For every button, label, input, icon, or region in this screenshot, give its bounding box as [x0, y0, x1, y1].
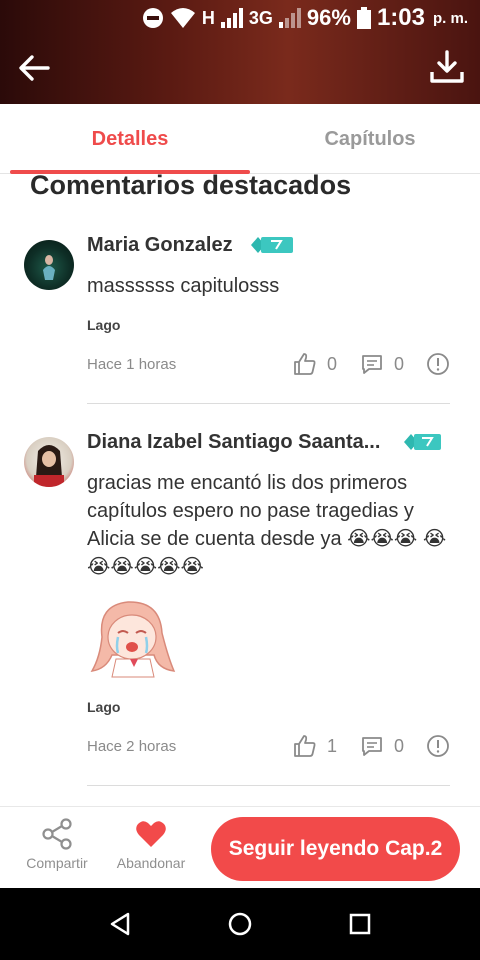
comment-text: massssss capitulosss: [87, 275, 280, 297]
do-not-disturb-icon: [142, 8, 163, 28]
tab-bar: Detalles Capítulos: [0, 104, 480, 174]
comment-author[interactable]: Maria Gonzalez: [87, 234, 233, 257]
arrow-left-icon[interactable]: [16, 50, 52, 86]
comment-text: gracias me encantó lis dos primeros capí…: [87, 472, 447, 578]
clock-ampm: p. m.: [432, 9, 468, 27]
like-count: 0: [327, 353, 338, 374]
comment-chapter: Lago: [87, 317, 121, 333]
battery-icon: [356, 7, 371, 29]
section-title: Comentarios destacados: [30, 170, 352, 200]
crying-girl-sticker: [90, 601, 176, 678]
comment-author[interactable]: Diana Izabel Santiago Saanta...: [87, 431, 380, 454]
like-count: 1: [327, 735, 338, 756]
share-icon: [42, 818, 72, 850]
share-button[interactable]: Compartir: [12, 817, 102, 871]
avatar[interactable]: [24, 240, 74, 290]
signal-weak-icon: [278, 8, 301, 28]
home-circle-icon[interactable]: [224, 908, 256, 940]
reply-button[interactable]: 0: [360, 352, 404, 376]
recents-square-icon[interactable]: [344, 908, 376, 940]
thumbs-up-icon: [294, 735, 316, 757]
like-button[interactable]: 0: [293, 352, 337, 376]
wifi-icon: [170, 8, 195, 28]
divider: [87, 403, 450, 404]
clock: 1:03: [376, 4, 425, 31]
battery-percent: 96%: [306, 5, 351, 30]
report-icon[interactable]: [426, 734, 450, 758]
heart-icon: [136, 821, 166, 847]
reply-count: 0: [394, 353, 405, 374]
tab-capitulos[interactable]: Capítulos: [250, 104, 480, 174]
reply-count: 0: [394, 735, 405, 756]
share-label: Compartir: [26, 855, 88, 871]
back-triangle-icon[interactable]: [104, 908, 136, 940]
thumbs-up-icon: [294, 353, 316, 375]
divider: [87, 785, 450, 786]
comment-time: Hace 2 horas: [87, 738, 177, 755]
like-button[interactable]: 1: [293, 734, 337, 758]
avatar[interactable]: [24, 437, 74, 487]
network-type-3g: 3G: [248, 7, 273, 28]
signal-icon: [220, 8, 243, 28]
abandon-label: Abandonar: [116, 855, 186, 871]
level-badge-icon: [251, 237, 293, 253]
status-bar: H 3G 96% 1:03 p. m.: [0, 0, 480, 38]
app-header: H 3G 96% 1:03 p. m.: [0, 0, 480, 104]
comment-bubble-icon: [362, 737, 382, 756]
level-badge-icon: [404, 434, 441, 450]
continue-reading-button[interactable]: Seguir leyendo Cap.2: [211, 817, 460, 881]
tab-detalles[interactable]: Detalles: [10, 104, 250, 174]
comment-time: Hace 1 horas: [87, 356, 177, 373]
abandon-button[interactable]: Abandonar: [106, 817, 196, 871]
bottom-action-bar: Compartir Abandonar Seguir leyendo Cap.2: [0, 806, 480, 888]
comment-chapter: Lago: [87, 699, 121, 715]
comment-bubble-icon: [362, 355, 382, 374]
report-icon[interactable]: [426, 352, 450, 376]
system-nav-bar: [0, 888, 480, 960]
reply-button[interactable]: 0: [360, 734, 404, 758]
download-icon[interactable]: [428, 48, 466, 86]
network-type: H: [201, 7, 215, 28]
